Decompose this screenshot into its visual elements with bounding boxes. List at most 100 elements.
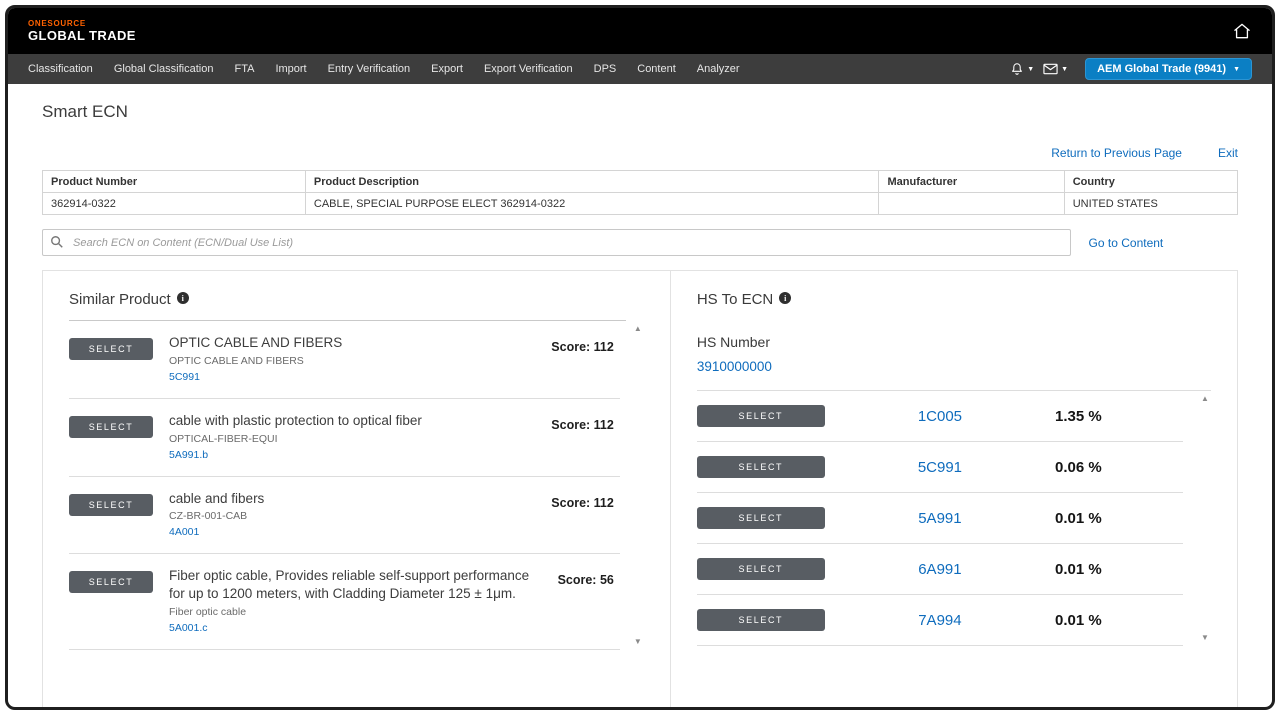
info-icon[interactable]: i [779,292,791,304]
col-header-product-number: Product Number [43,171,306,193]
hs-number-link[interactable]: 3910000000 [697,359,772,374]
item-title: cable and fibers [169,490,535,508]
panels-container: Similar Product i SELECT OPTIC CABLE AND… [42,270,1238,707]
ecn-code-link[interactable]: 5C991 [825,459,1055,476]
percent-value: 1.35 % [1055,408,1183,425]
ecn-code-link[interactable]: 5A991.b [169,449,208,461]
cell-manufacturer [879,193,1064,215]
scrollbar[interactable]: ▲ ▼ [1199,395,1211,642]
product-table-header-row: Product Number Product Description Manuf… [43,171,1238,193]
scroll-up-icon[interactable]: ▲ [1201,395,1209,403]
home-icon[interactable] [1232,21,1252,41]
col-header-product-description: Product Description [305,171,879,193]
nav-item-content[interactable]: Content [637,63,676,75]
similar-product-title: Similar Product [69,291,171,308]
page-title: Smart ECN [42,102,1238,122]
search-input[interactable] [42,229,1071,256]
caret-down-icon[interactable]: ▼ [1061,66,1068,73]
cell-product-description: CABLE, SPECIAL PURPOSE ELECT 362914-0322 [305,193,879,215]
app-window: ONESOURCE GLOBAL TRADE Classification Gl… [5,5,1275,710]
brand-line-onesource: ONESOURCE [28,19,136,28]
hs-to-ecn-title-row: HS To ECN i [697,291,1211,308]
cell-country: UNITED STATES [1064,193,1237,215]
list-item: SELECT cable and fibers CZ-BR-001-CAB 4A… [69,477,620,555]
select-button[interactable]: SELECT [69,494,153,516]
item-score: Score: 112 [551,496,614,510]
similar-product-panel: Similar Product i SELECT OPTIC CABLE AND… [43,271,670,707]
scroll-up-icon[interactable]: ▲ [634,325,642,333]
select-button[interactable]: SELECT [69,571,153,593]
account-label: AEM Global Trade (9941) [1097,63,1226,75]
item-score: Score: 112 [551,418,614,432]
ecn-code-link[interactable]: 7A994 [825,612,1055,629]
main-nav: Classification Global Classification FTA… [8,54,1272,84]
list-item: SELECT 1C005 1.35 % [697,391,1183,442]
exit-link[interactable]: Exit [1218,146,1238,160]
hs-to-ecn-title: HS To ECN [697,291,773,308]
nav-item-export[interactable]: Export [431,63,463,75]
cell-product-number: 362914-0322 [43,193,306,215]
nav-item-entry-verification[interactable]: Entry Verification [328,63,411,75]
item-title: OPTIC CABLE AND FIBERS [169,334,535,352]
account-selector-button[interactable]: AEM Global Trade (9941) ▼ [1085,58,1252,80]
ecn-code-link[interactable]: 1C005 [825,408,1055,425]
notifications-menu[interactable]: ▼ [1010,62,1034,76]
nav-item-fta[interactable]: FTA [234,63,254,75]
item-subtitle: CZ-BR-001-CAB [169,510,535,522]
col-header-manufacturer: Manufacturer [879,171,1064,193]
scrollbar[interactable]: ▲ ▼ [632,325,644,646]
go-to-content-link[interactable]: Go to Content [1089,236,1164,250]
hs-to-ecn-panel: HS To ECN i HS Number 3910000000 SELECT … [670,271,1237,707]
ecn-code-link[interactable]: 5A991 [825,510,1055,527]
list-item: SELECT 7A994 0.01 % [697,595,1183,646]
list-item: SELECT OPTIC CABLE AND FIBERS OPTIC CABL… [69,321,620,399]
select-button[interactable]: SELECT [697,558,825,580]
list-item: SELECT cable with plastic protection to … [69,399,620,477]
envelope-icon [1043,63,1058,75]
percent-value: 0.06 % [1055,459,1183,476]
product-table: Product Number Product Description Manuf… [42,170,1238,215]
ecn-code-link[interactable]: 4A001 [169,526,199,538]
nav-item-export-verification[interactable]: Export Verification [484,63,573,75]
nav-item-classification[interactable]: Classification [28,63,93,75]
bell-icon [1010,62,1024,76]
select-button[interactable]: SELECT [697,609,825,631]
scroll-down-icon[interactable]: ▼ [1201,634,1209,642]
messages-menu[interactable]: ▼ [1043,63,1068,75]
ecn-code-link[interactable]: 5C991 [169,371,200,383]
caret-down-icon: ▼ [1233,66,1240,73]
col-header-country: Country [1064,171,1237,193]
hs-to-ecn-list: SELECT 1C005 1.35 % SELECT 5C991 0.06 % … [697,390,1211,646]
nav-item-analyzer[interactable]: Analyzer [697,63,740,75]
search-field-wrap [42,229,1071,256]
hs-number-label: HS Number [697,334,1211,350]
return-to-previous-page-link[interactable]: Return to Previous Page [1051,146,1182,160]
search-icon [50,235,64,249]
nav-item-dps[interactable]: DPS [594,63,617,75]
brand-logo: ONESOURCE GLOBAL TRADE [28,19,136,43]
select-button[interactable]: SELECT [69,338,153,360]
top-links: Return to Previous Page Exit [42,146,1238,160]
table-row: 362914-0322 CABLE, SPECIAL PURPOSE ELECT… [43,193,1238,215]
nav-item-global-classification[interactable]: Global Classification [114,63,214,75]
list-item: SELECT Fiber optic cable, Provides relia… [69,554,620,650]
select-button[interactable]: SELECT [69,416,153,438]
percent-value: 0.01 % [1055,510,1183,527]
select-button[interactable]: SELECT [697,405,825,427]
list-item: SELECT 5A991 0.01 % [697,493,1183,544]
brand-line-global-trade: GLOBAL TRADE [28,28,136,43]
item-score: Score: 56 [558,573,614,587]
caret-down-icon[interactable]: ▼ [1027,66,1034,73]
info-icon[interactable]: i [177,292,189,304]
scroll-down-icon[interactable]: ▼ [634,638,642,646]
item-score: Score: 112 [551,340,614,354]
select-button[interactable]: SELECT [697,456,825,478]
list-item: SELECT 5C991 0.06 % [697,442,1183,493]
ecn-code-link[interactable]: 6A991 [825,561,1055,578]
ecn-code-link[interactable]: 5A001.c [169,622,208,634]
select-button[interactable]: SELECT [697,507,825,529]
item-subtitle: OPTICAL-FIBER-EQUI [169,433,535,445]
similar-product-title-row: Similar Product i [69,291,644,308]
nav-item-import[interactable]: Import [275,63,306,75]
percent-value: 0.01 % [1055,612,1183,629]
